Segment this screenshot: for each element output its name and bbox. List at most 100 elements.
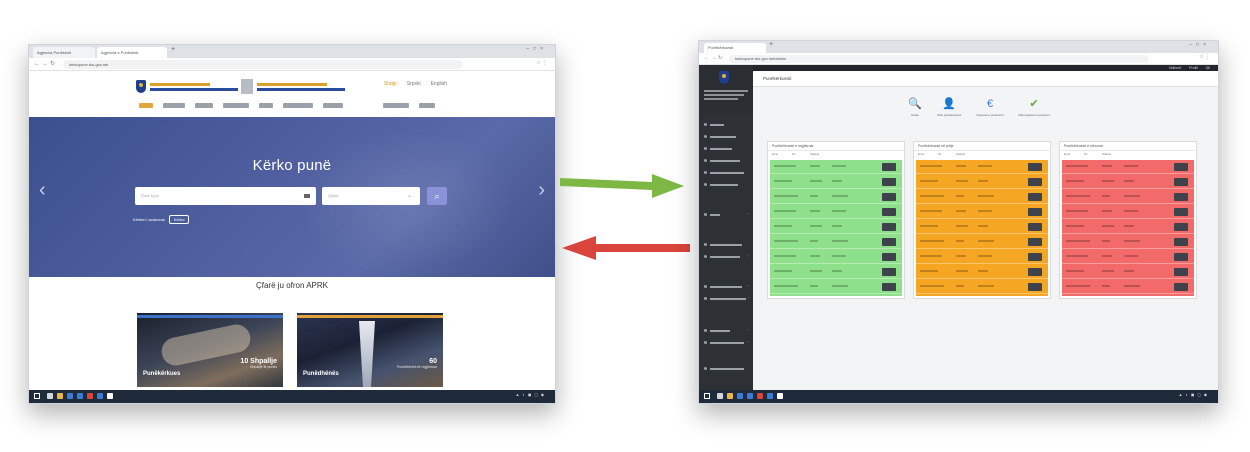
sidebar-item[interactable] [699,121,753,129]
browser-menu-icon[interactable]: ☆ ⋮ [536,60,547,66]
column-header[interactable]: Statusi [810,151,819,158]
browser-nav-icons[interactable]: ←→↻ [704,55,724,61]
jobseeker-card[interactable]: 10 Shpallje Shpallje të punës Punëkërkue… [137,313,283,387]
system-tray-icons[interactable]: ▲ ◐ ◼ ◻ ◆ [1178,392,1208,397]
table-row[interactable] [916,235,1048,249]
system-tray-icons[interactable]: ▲ ◐ ◼ ◻ ◆ [515,392,545,397]
table-row[interactable] [916,205,1048,219]
mediation-button[interactable]: ✔ Ndërmjetësim punësimi [1015,97,1053,123]
sidebar-item[interactable] [699,181,753,189]
table-row[interactable] [1062,190,1194,204]
row-action-button[interactable] [1028,238,1042,246]
table-row[interactable] [916,175,1048,189]
table-row[interactable] [1062,235,1194,249]
nav-item[interactable] [283,103,313,108]
row-action-button[interactable] [1174,163,1188,171]
nav-item[interactable] [419,103,435,108]
table-row[interactable] [916,265,1048,279]
row-action-button[interactable] [1174,208,1188,216]
table-row[interactable] [1062,160,1194,174]
advanced-search-button[interactable]: Kërko [169,215,190,224]
sidebar-item[interactable]: › [699,253,753,261]
search-action-button[interactable]: 🔍 Kërko [904,97,926,123]
taskbar-app-icon[interactable] [57,393,63,399]
new-tab-icon[interactable]: + [171,46,175,53]
sidebar-item[interactable] [699,157,753,165]
taskbar-app-icon[interactable] [87,393,93,399]
column-header[interactable]: Statusi [1102,151,1111,158]
sidebar-item[interactable]: › [699,339,753,347]
table-row[interactable] [1062,205,1194,219]
table-row[interactable] [770,160,902,174]
row-action-button[interactable] [1028,208,1042,216]
nav-item[interactable] [223,103,249,108]
column-header[interactable]: Nr. [792,151,796,158]
row-action-button[interactable] [882,268,896,276]
browser-menu-icon[interactable]: ☆ ⋮ [1199,54,1210,60]
taskbar-app-icon[interactable] [767,393,773,399]
taskbar-app-icon[interactable] [757,393,763,399]
sidebar-item[interactable]: › [699,211,753,219]
sidebar-item[interactable]: › [699,283,753,291]
table-row[interactable] [1062,280,1194,294]
table-row[interactable] [770,250,902,264]
column-header[interactable]: Emri [1064,151,1070,158]
url-input[interactable]: kerkopune.rks-gov.net/admin [729,55,1149,63]
taskbar-app-icon[interactable] [67,393,73,399]
row-action-button[interactable] [1028,178,1042,186]
nav-item[interactable] [195,103,213,108]
table-row[interactable] [1062,220,1194,234]
location-select[interactable]: Qyteti ⌄ [322,187,420,205]
row-action-button[interactable] [882,178,896,186]
table-row[interactable] [770,220,902,234]
taskbar-app-icon[interactable] [727,393,733,399]
language-option[interactable]: Srpski [407,81,421,87]
taskbar-app-icon[interactable] [717,393,723,399]
carousel-prev-icon[interactable]: ‹ [39,179,46,202]
table-row[interactable] [770,265,902,279]
carousel-next-icon[interactable]: › [538,179,545,202]
start-menu-icon[interactable] [704,393,710,399]
taskbar-app-icon[interactable] [777,393,783,399]
employer-card[interactable]: 60 Punëdhënës të regjistruar Punëdhënës [297,313,443,387]
taskbar-app-icon[interactable] [77,393,83,399]
keyword-search-input[interactable]: Fjalë kyçe [135,187,316,205]
browser-tab-active[interactable]: Agjencia e Punësimit [97,47,167,58]
row-action-button[interactable] [882,238,896,246]
row-action-button[interactable] [1174,223,1188,231]
sidebar-item[interactable]: › [699,295,753,303]
table-row[interactable] [916,220,1048,234]
start-menu-icon[interactable] [34,393,40,399]
window-controls-icon[interactable]: –□× [1189,42,1210,48]
row-action-button[interactable] [1028,193,1042,201]
sidebar-item[interactable] [699,169,753,177]
taskbar-app-icon[interactable] [737,393,743,399]
row-action-button[interactable] [882,283,896,291]
browser-tab-active[interactable]: Punëkërkuesit [704,43,766,53]
add-jobseeker-button[interactable]: 👤 Shto punëkërkues [930,97,968,123]
row-action-button[interactable] [1174,283,1188,291]
table-row[interactable] [916,190,1048,204]
table-row[interactable] [770,235,902,249]
table-row[interactable] [1062,175,1194,189]
sidebar-item[interactable] [699,133,753,141]
sidebar-item[interactable]: › [699,327,753,335]
browser-tab[interactable]: Agjencia Punësimit [33,47,95,58]
table-row[interactable] [770,190,902,204]
column-header[interactable]: Emri [772,151,778,158]
row-action-button[interactable] [1174,253,1188,261]
language-option[interactable]: English [431,81,447,87]
table-row[interactable] [770,280,902,294]
row-action-button[interactable] [1174,238,1188,246]
row-action-button[interactable] [1028,163,1042,171]
table-row[interactable] [770,205,902,219]
table-row[interactable] [916,280,1048,294]
taskbar-app-icon[interactable] [47,393,53,399]
language-option[interactable]: Shqip [384,81,397,87]
taskbar-app-icon[interactable] [747,393,753,399]
row-action-button[interactable] [1174,178,1188,186]
url-input[interactable]: kerkopune.rks-gov.net [63,60,463,69]
table-row[interactable] [1062,265,1194,279]
row-action-button[interactable] [1174,268,1188,276]
row-action-button[interactable] [1028,283,1042,291]
